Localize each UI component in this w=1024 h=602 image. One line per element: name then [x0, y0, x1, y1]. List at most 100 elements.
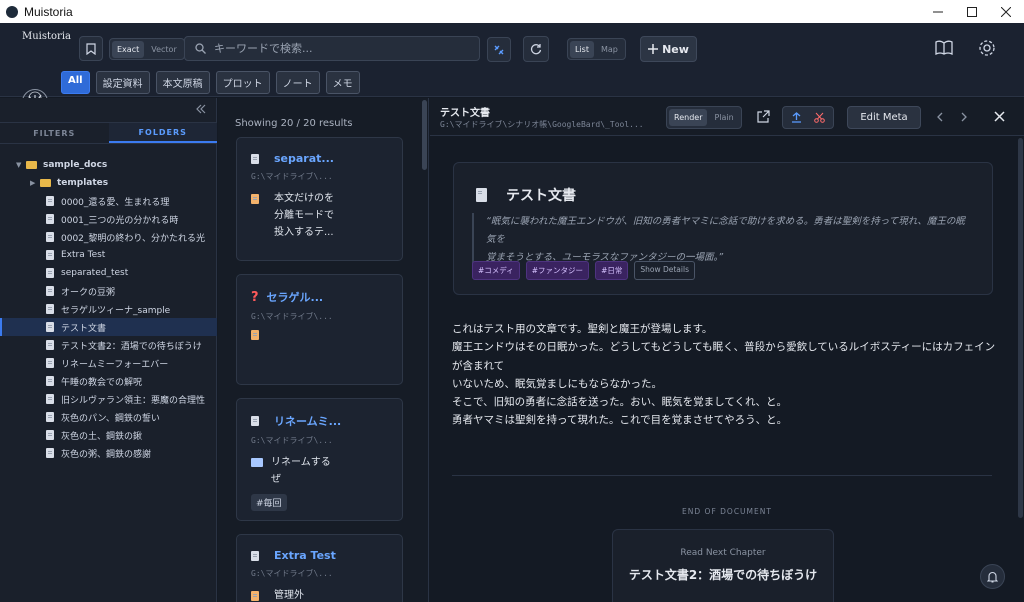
- tab-filters[interactable]: FILTERS: [0, 123, 109, 143]
- chip-settings[interactable]: 設定資料: [95, 71, 150, 94]
- tree-file-item[interactable]: テスト文書2：酒場での待ちぼうけ: [0, 336, 217, 354]
- maximize-icon[interactable]: [955, 0, 989, 23]
- plain-option[interactable]: Plain: [709, 109, 738, 126]
- result-card[interactable]: separat... G:\マイドライブ\... 本文だけのを 分離モードで 投入す…: [236, 137, 403, 261]
- settings-gear-icon[interactable]: [978, 39, 996, 57]
- upload-icon[interactable]: [791, 112, 802, 123]
- viewer-path: G:\マイドライブ\シナリオ帳\GoogleBard\_Tool...: [440, 120, 644, 129]
- tree-file-item[interactable]: 灰色の土、鋼鉄の鍬: [0, 426, 217, 444]
- content-line: 勇者ヤマミは聖剣を持って現れた。これで目を覚まさせてやろう、と。: [452, 414, 788, 427]
- content-line: 魔王エンドウはその日眠かった。どうしてもどうしても眠く、普段から愛飲しているルイ…: [452, 341, 996, 372]
- render-mode-toggle[interactable]: Render Plain: [666, 106, 742, 129]
- refresh-icon: [530, 43, 542, 55]
- card-tag[interactable]: #毎回: [251, 494, 287, 511]
- list-view-option[interactable]: List: [570, 40, 594, 58]
- search-input[interactable]: [214, 42, 454, 55]
- close-window-icon[interactable]: [989, 0, 1023, 23]
- result-card[interactable]: リネームミ... G:\マイドライブ\... リネームするぜ #毎回: [236, 398, 403, 521]
- view-mode-toggle[interactable]: List Map: [567, 38, 626, 60]
- file-label: 0001_三つの光の分かれる時: [61, 215, 179, 226]
- close-icon[interactable]: [994, 111, 1005, 122]
- document-icon: [46, 448, 54, 458]
- chevron-right-icon[interactable]: [960, 112, 968, 122]
- tree-file-item[interactable]: 0002_黎明の終わり、分かたれる光: [0, 228, 217, 246]
- notification-bell-icon[interactable]: [980, 564, 1005, 589]
- book-icon[interactable]: [935, 40, 953, 56]
- tree-file-item[interactable]: 0000_還る愛、生まれる理: [0, 192, 217, 210]
- link-button[interactable]: [487, 37, 511, 62]
- result-card[interactable]: Extra Test G:\マイドライブ\... 管理外: [236, 534, 403, 602]
- minimize-icon[interactable]: [921, 0, 955, 23]
- document-content: これはテスト用の文章です。聖剣と魔王が登場します。 魔王エンドウはその日眠かった…: [452, 320, 1002, 430]
- result-card[interactable]: ? セラゲル... G:\マイドライブ\...: [236, 274, 403, 385]
- chip-note[interactable]: ノート: [275, 71, 320, 94]
- refresh-button[interactable]: [523, 36, 549, 62]
- search-bar[interactable]: [184, 36, 480, 61]
- memo-icon: [251, 591, 259, 601]
- bookmark-icon: [86, 42, 96, 55]
- results-panel: Showing 20 / 20 results separat... G:\マイ…: [218, 98, 429, 602]
- scroll-thumb[interactable]: [422, 100, 427, 170]
- tree-file-item[interactable]: Extra Test: [0, 246, 217, 264]
- viewer-scrollbar[interactable]: [1018, 138, 1023, 598]
- chevron-down-icon: ▼: [16, 161, 22, 169]
- end-of-document-label: END OF DOCUMENT: [682, 507, 772, 516]
- document-icon: [46, 250, 54, 260]
- chevron-right-icon: ▶: [30, 179, 36, 187]
- chip-memo[interactable]: メモ: [325, 71, 360, 94]
- folder-tree: ▼ sample_docs ▶ templates 0000_還る愛、生まれる理…: [0, 156, 217, 462]
- exact-mode-option[interactable]: Exact: [112, 40, 145, 58]
- external-link-icon[interactable]: [757, 110, 770, 123]
- scissors-icon[interactable]: [814, 112, 825, 123]
- question-icon: ?: [251, 289, 259, 305]
- tree-file-item[interactable]: 午睡の教会での解呪: [0, 372, 217, 390]
- file-label: Extra Test: [61, 250, 106, 260]
- window-titlebar: Muistoria: [0, 0, 1024, 23]
- file-label: 灰色の粥、鋼鉄の感謝: [61, 449, 152, 460]
- card-path: G:\マイドライブ\...: [251, 436, 333, 445]
- document-icon: [46, 268, 54, 278]
- tab-folders[interactable]: FOLDERS: [108, 123, 217, 143]
- file-list: 0000_還る愛、生まれる理 0001_三つの光の分かれる時 0002_黎明の終わり…: [0, 192, 217, 462]
- file-label: 午睡の教会での解呪: [61, 377, 143, 388]
- next-chapter-card[interactable]: Read Next Chapter テスト文書2：酒場での待ちぼうけ: [612, 529, 834, 602]
- render-option[interactable]: Render: [669, 109, 708, 126]
- map-view-option[interactable]: Map: [596, 41, 623, 58]
- document-icon: [251, 153, 259, 164]
- bookmark-button[interactable]: [79, 36, 103, 61]
- scroll-thumb[interactable]: [1018, 138, 1023, 518]
- tag-comedy[interactable]: #コメディ: [472, 261, 520, 280]
- tag-daily[interactable]: #日常: [595, 261, 629, 280]
- tag-fantasy[interactable]: #ファンタジー: [525, 261, 590, 280]
- file-label: 灰色の土、鋼鉄の鍬: [61, 431, 143, 442]
- folder-icon: [26, 161, 37, 169]
- tree-folder-templates[interactable]: ▶ templates: [0, 174, 217, 192]
- tree-file-item[interactable]: separated_test: [0, 264, 217, 282]
- file-label: セラゲルツィーナ_sample: [61, 305, 171, 316]
- show-details-button[interactable]: Show Details: [634, 261, 695, 280]
- doc-summary: “眠気に襲われた魔王エンドウが、旧知の勇者ヤマミに念話で助けを求める。勇者は聖剣…: [472, 213, 972, 267]
- tree-file-item[interactable]: リネームミーフォーエバー: [0, 354, 217, 372]
- viewer-header: テスト文書 G:\マイドライブ\シナリオ帳\GoogleBard\_Tool..…: [430, 98, 1024, 136]
- tree-file-item[interactable]: セラゲルツィーナ_sample: [0, 300, 217, 318]
- tree-file-item[interactable]: 灰色のパン、鋼鉄の誓い: [0, 408, 217, 426]
- tree-file-item[interactable]: 0001_三つの光の分かれる時: [0, 210, 217, 228]
- app-icon: [6, 5, 18, 18]
- card-title: separat...: [274, 152, 334, 165]
- tree-file-item[interactable]: 灰色の粥、鋼鉄の感謝: [0, 444, 217, 462]
- chip-manuscript[interactable]: 本文原稿: [155, 71, 210, 94]
- new-button[interactable]: New: [640, 36, 697, 62]
- chip-all[interactable]: All: [61, 71, 90, 94]
- tree-file-item[interactable]: オークの豆粥: [0, 282, 217, 300]
- tree-folder-root[interactable]: ▼ sample_docs: [0, 156, 217, 174]
- content-line: いないため、眠気覚ましにもならなかった。: [452, 377, 662, 390]
- chevron-left-icon[interactable]: [936, 112, 944, 122]
- edit-meta-button[interactable]: Edit Meta: [847, 106, 921, 129]
- tree-file-item[interactable]: テスト文書: [0, 318, 217, 336]
- collapse-sidebar-icon[interactable]: [196, 104, 206, 114]
- search-mode-toggle[interactable]: Exact Vector: [109, 38, 185, 60]
- vector-mode-option[interactable]: Vector: [146, 41, 182, 58]
- results-scrollbar[interactable]: [420, 98, 428, 602]
- tree-file-item[interactable]: 旧シルヴァラン領主：悪魔の合理性: [0, 390, 217, 408]
- chip-plot[interactable]: プロット: [215, 71, 270, 94]
